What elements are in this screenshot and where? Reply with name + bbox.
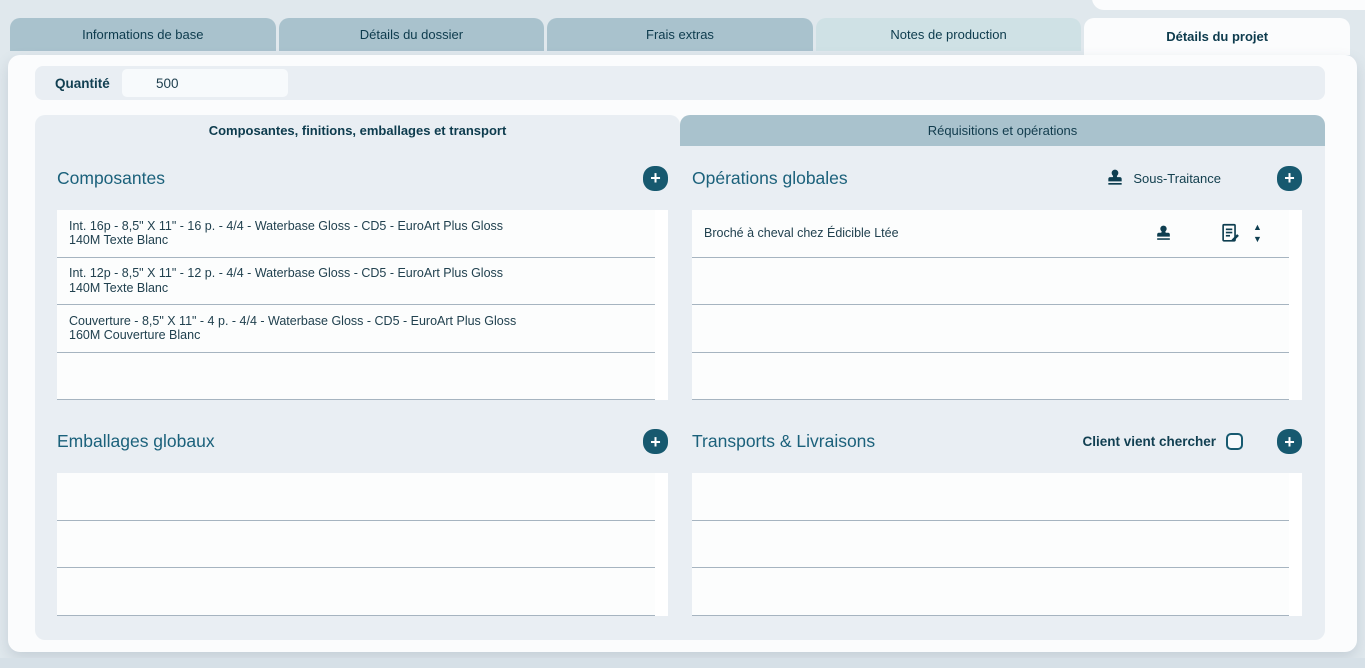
transports-title: Transports & Livraisons	[692, 431, 1082, 452]
content-panel: Composantes + Opérations globales Sous-T…	[35, 146, 1325, 640]
emballages-title: Emballages globaux	[57, 431, 643, 452]
move-down-icon[interactable]: ▼	[1253, 235, 1262, 244]
emballages-list	[57, 473, 668, 616]
quantity-label: Quantité	[55, 76, 110, 91]
transports-list	[692, 473, 1302, 616]
empty-row	[57, 568, 655, 616]
add-composante-button[interactable]: +	[643, 166, 668, 191]
operations-title: Opérations globales	[692, 168, 1105, 189]
tab-notes-de-production[interactable]: Notes de production	[816, 18, 1082, 51]
empty-row	[57, 353, 655, 401]
operations-header: Opérations globales Sous-Traitance +	[692, 146, 1302, 210]
pickup-group: Client vient chercher	[1082, 433, 1243, 450]
component-item[interactable]: Int. 16p - 8,5" X 11" - 16 p. - 4/4 - Wa…	[57, 210, 655, 258]
subcontract-legend: Sous-Traitance	[1105, 168, 1221, 188]
reorder-arrows: ▲ ▼	[1253, 223, 1262, 244]
empty-row	[692, 568, 1289, 616]
transports-header: Transports & Livraisons Client vient che…	[692, 400, 1302, 473]
add-transport-button[interactable]: +	[1277, 429, 1302, 454]
tab-details-du-projet[interactable]: Détails du projet	[1084, 18, 1350, 55]
empty-row	[57, 521, 655, 569]
add-operation-button[interactable]: +	[1277, 166, 1302, 191]
add-emballage-button[interactable]: +	[643, 429, 668, 454]
edit-note-icon[interactable]	[1219, 222, 1241, 244]
tab-informations-de-base[interactable]: Informations de base	[10, 18, 276, 51]
subcontract-label: Sous-Traitance	[1133, 171, 1221, 186]
tab-frais-extras[interactable]: Frais extras	[547, 18, 813, 51]
empty-row	[692, 521, 1289, 569]
component-item[interactable]: Couverture - 8,5" X 11" - 4 p. - 4/4 - W…	[57, 305, 655, 353]
subtab-composantes-finitions[interactable]: Composantes, finitions, emballages et tr…	[35, 115, 680, 146]
empty-row	[692, 305, 1289, 353]
tab-details-du-dossier[interactable]: Détails du dossier	[279, 18, 545, 51]
emballages-header: Emballages globaux +	[57, 400, 668, 473]
quantity-bar: Quantité 500	[35, 66, 1325, 100]
pickup-checkbox[interactable]	[1226, 433, 1243, 450]
subtab-requisitions-operations[interactable]: Réquisitions et opérations	[680, 115, 1325, 146]
top-right-sliver	[1092, 0, 1365, 10]
empty-row	[692, 258, 1289, 306]
bottom-strip	[0, 658, 1365, 668]
composantes-title: Composantes	[57, 168, 643, 189]
empty-row	[57, 473, 655, 521]
operations-list: Broché à cheval chez Édicible Ltée ▲ ▼	[692, 210, 1302, 400]
empty-row	[692, 473, 1289, 521]
composantes-list: Int. 16p - 8,5" X 11" - 16 p. - 4/4 - Wa…	[57, 210, 668, 400]
stamp-icon	[1105, 168, 1125, 188]
stamp-icon	[1154, 224, 1173, 243]
main-tabbar: Informations de base Détails du dossier …	[10, 18, 1350, 55]
project-details-card: Quantité 500 Composantes, finitions, emb…	[8, 55, 1357, 652]
quantity-input[interactable]: 500	[122, 69, 288, 97]
move-up-icon[interactable]: ▲	[1253, 223, 1262, 232]
composantes-header: Composantes +	[57, 146, 668, 210]
component-item[interactable]: Int. 12p - 8,5" X 11" - 12 p. - 4/4 - Wa…	[57, 258, 655, 306]
operation-item[interactable]: Broché à cheval chez Édicible Ltée ▲ ▼	[692, 210, 1289, 258]
pickup-label: Client vient chercher	[1082, 434, 1216, 449]
sub-tabbar: Composantes, finitions, emballages et tr…	[35, 115, 1325, 146]
empty-row	[692, 353, 1289, 401]
